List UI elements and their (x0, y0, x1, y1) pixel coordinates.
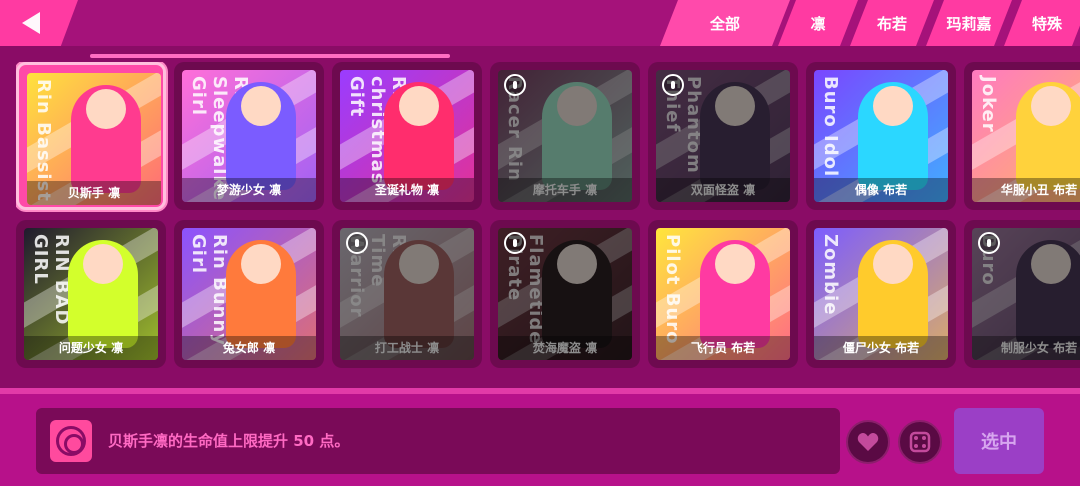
art-title: Zombie (820, 234, 841, 316)
select-button[interactable]: 选中 (954, 408, 1044, 474)
character-card[interactable]: Phantom Thief 双面怪盗 凛 (648, 62, 798, 210)
tab-special[interactable]: 特殊 (1004, 0, 1080, 46)
character-figure (384, 82, 454, 190)
art-title: Pilot Buro (662, 234, 683, 345)
tab-underline (90, 54, 450, 58)
character-name: 制服少女 布若 (972, 336, 1080, 360)
character-art: Rin Sleepwalker Girl梦游少女 凛 (182, 70, 316, 202)
character-card[interactable]: Rin Bunny Girl 兔女郎 凛 (174, 220, 324, 368)
back-arrow-icon (22, 12, 40, 34)
character-art: Rin christmas Gift圣诞礼物 凛 (340, 70, 474, 202)
lock-icon (978, 232, 1000, 254)
character-art: Rin Bassist 贝斯手 凛 (27, 73, 161, 205)
character-art: Joker 华服小丑 布若 (972, 70, 1080, 202)
character-grid[interactable]: Rin Bassist贝斯手 凛Rin Sleepwalker Girl梦游少女… (16, 62, 1080, 374)
character-figure (1016, 240, 1080, 348)
character-card[interactable]: Flametide Pirate 焚海魔盗 凛 (490, 220, 640, 368)
character-card[interactable]: Buro 制服少女 布若 (964, 220, 1080, 368)
character-card[interactable]: Joker 华服小丑 布若 (964, 62, 1080, 210)
lock-icon (346, 232, 368, 254)
character-card[interactable]: Pilot Buro 飞行员 布若 (648, 220, 798, 368)
skill-spiral-icon (50, 420, 92, 462)
character-name: 摩托车手 凛 (498, 178, 632, 202)
heart-icon[interactable] (846, 420, 890, 464)
character-figure (384, 240, 454, 348)
character-art: Rin Bunny Girl 兔女郎 凛 (182, 228, 316, 360)
character-card[interactable]: Racer Rin 摩托车手 凛 (490, 62, 640, 210)
character-figure (226, 240, 296, 348)
character-figure (1016, 82, 1080, 190)
dice-icon[interactable] (898, 420, 942, 464)
character-figure (700, 82, 770, 190)
character-figure (226, 82, 296, 190)
character-art: Pilot Buro 飞行员 布若 (656, 228, 790, 360)
character-figure (71, 85, 141, 193)
character-name: 飞行员 布若 (656, 336, 790, 360)
character-figure (68, 240, 138, 348)
lock-icon (504, 232, 526, 254)
character-art: RIN BAD GIRL 问题少女 凛 (24, 228, 158, 360)
art-title: Joker (978, 76, 999, 133)
character-figure (858, 82, 928, 190)
character-art: Buro Idol 偶像 布若 (814, 70, 948, 202)
character-name: 偶像 布若 (814, 178, 948, 202)
character-card[interactable]: RIN BAD GIRL 问题少女 凛 (16, 220, 166, 368)
character-name: 圣诞礼物 凛 (340, 178, 474, 202)
tab-all[interactable]: 全部 (660, 0, 790, 46)
lock-icon (504, 74, 526, 96)
character-name: 贝斯手 凛 (27, 181, 161, 205)
tab-rin[interactable]: 凛 (778, 0, 858, 46)
character-name: 打工战士 凛 (340, 336, 474, 360)
lock-icon (662, 74, 684, 96)
tab-bar: 全部 凛 布若 玛莉嘉 特殊 (660, 0, 1080, 46)
character-figure (858, 240, 928, 348)
character-name: 焚海魔盗 凛 (498, 336, 632, 360)
tab-marija[interactable]: 玛莉嘉 (926, 0, 1012, 46)
character-card[interactable]: Rin Part-Time Warrior打工战士 凛 (332, 220, 482, 368)
character-figure (542, 82, 612, 190)
character-name: 兔女郎 凛 (182, 336, 316, 360)
character-card[interactable]: Rin christmas Gift圣诞礼物 凛 (332, 62, 482, 210)
tab-buro[interactable]: 布若 (850, 0, 934, 46)
character-card[interactable]: Rin Sleepwalker Girl梦游少女 凛 (174, 62, 324, 210)
character-art: Zombie 僵尸少女 布若 (814, 228, 948, 360)
character-card[interactable]: Buro Idol 偶像 布若 (806, 62, 956, 210)
character-name: 问题少女 凛 (24, 336, 158, 360)
character-figure (542, 240, 612, 348)
art-title: Buro Idol (820, 76, 841, 178)
character-figure (700, 240, 770, 348)
character-name: 僵尸少女 布若 (814, 336, 948, 360)
character-name: 梦游少女 凛 (182, 178, 316, 202)
character-name: 双面怪盗 凛 (656, 178, 790, 202)
character-name: 华服小丑 布若 (972, 178, 1080, 202)
skill-description: 贝斯手凛的生命值上限提升 50 点。 (108, 432, 350, 450)
character-card[interactable]: Rin Bassist 贝斯手 凛 (16, 62, 166, 210)
character-card[interactable]: Zombie 僵尸少女 布若 (806, 220, 956, 368)
description-box: 贝斯手凛的生命值上限提升 50 点。 (36, 408, 840, 474)
